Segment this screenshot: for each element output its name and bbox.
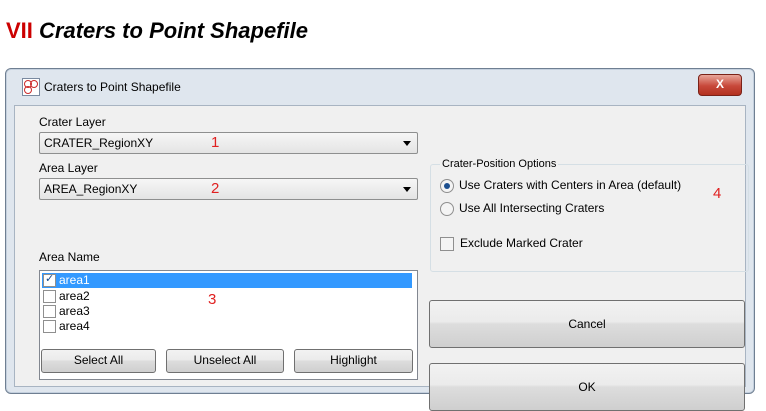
- area-name-label: Area Name: [39, 250, 100, 264]
- checkbox[interactable]: [43, 272, 56, 287]
- area-layer-label: Area Layer: [39, 161, 98, 175]
- app-icon: [22, 78, 40, 96]
- radio-intersecting-label[interactable]: Use All Intersecting Craters: [459, 201, 604, 215]
- crater-position-title: Crater-Position Options: [440, 158, 559, 170]
- window-title: Craters to Point Shapefile: [44, 80, 181, 94]
- annotation-4: 4: [713, 185, 722, 202]
- area-layer-value: AREA_RegionXY: [44, 182, 138, 196]
- exclude-marked-checkbox[interactable]: [440, 237, 454, 251]
- checkbox[interactable]: [43, 305, 56, 318]
- heading-numeral: VII: [6, 18, 33, 43]
- exclude-marked-label[interactable]: Exclude Marked Crater: [460, 236, 583, 250]
- chevron-down-icon: [403, 187, 411, 192]
- list-item-label: area4: [59, 319, 90, 333]
- dialog-window: Craters to Point Shapefile X Crater Laye…: [5, 68, 755, 411]
- area-layer-dropdown[interactable]: AREA_RegionXY: [39, 178, 418, 200]
- list-item[interactable]: area1: [42, 272, 412, 288]
- radio-centers[interactable]: [440, 179, 454, 193]
- title-bar[interactable]: Craters to Point Shapefile X: [6, 69, 754, 105]
- crater-layer-dropdown[interactable]: CRATER_RegionXY: [39, 132, 418, 154]
- radio-centers-label[interactable]: Use Craters with Centers in Area (defaul…: [459, 178, 681, 192]
- list-item-label: area2: [59, 289, 90, 303]
- annotation-2: 2: [211, 180, 220, 197]
- cancel-button[interactable]: Cancel: [429, 300, 745, 348]
- list-item-label: area3: [59, 304, 90, 318]
- page-heading: VII Craters to Point Shapefile: [6, 18, 308, 44]
- dialog-body: Crater Layer CRATER_RegionXY 1 Area Laye…: [14, 105, 749, 411]
- checkbox[interactable]: [43, 320, 56, 333]
- list-item-label: area1: [59, 273, 90, 287]
- close-button[interactable]: X: [698, 74, 742, 96]
- heading-title: Craters to Point Shapefile: [39, 18, 308, 43]
- checkbox[interactable]: [43, 290, 56, 303]
- select-all-button[interactable]: Select All: [41, 349, 156, 373]
- chevron-down-icon: [403, 141, 411, 146]
- unselect-all-button[interactable]: Unselect All: [166, 349, 284, 373]
- crater-layer-label: Crater Layer: [39, 115, 106, 129]
- crater-layer-value: CRATER_RegionXY: [44, 136, 154, 150]
- ok-button[interactable]: OK: [429, 363, 745, 411]
- radio-intersecting[interactable]: [440, 202, 454, 216]
- annotation-1: 1: [211, 134, 220, 151]
- annotation-3: 3: [208, 291, 217, 308]
- highlight-button[interactable]: Highlight: [294, 349, 413, 373]
